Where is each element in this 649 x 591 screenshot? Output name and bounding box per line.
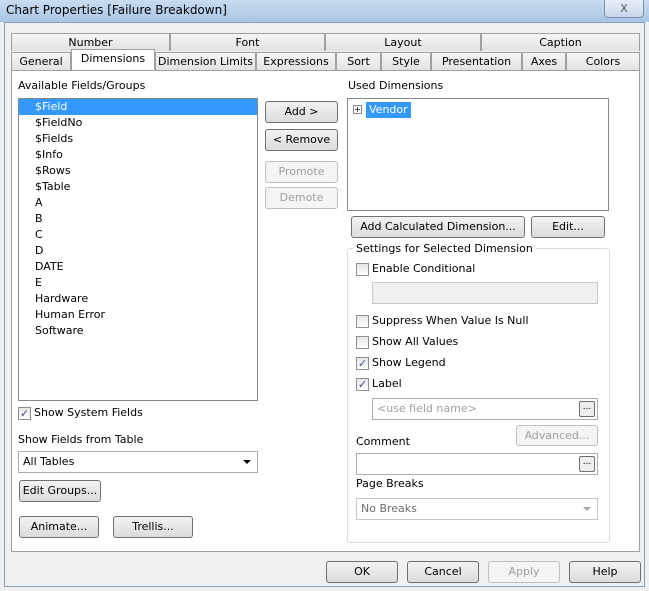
tab-expressions[interactable]: Expressions xyxy=(256,52,336,70)
used-dimensions-label: Used Dimensions xyxy=(348,79,444,92)
field-list-item[interactable]: Software xyxy=(35,323,84,339)
comment-expression-button[interactable]: ... xyxy=(579,456,595,472)
tab-axes[interactable]: Axes xyxy=(522,52,566,70)
expand-icon[interactable]: + xyxy=(353,105,362,114)
trellis-button[interactable]: Trellis... xyxy=(113,516,193,538)
field-list-item[interactable]: DATE xyxy=(35,259,64,275)
field-list-item[interactable]: $Rows xyxy=(35,163,71,179)
page-breaks-label: Page Breaks xyxy=(356,477,424,490)
field-list-item[interactable]: $FieldNo xyxy=(35,115,82,131)
title-bar: Chart Properties [Failure Breakdown] X xyxy=(0,0,649,22)
chevron-down-icon xyxy=(243,460,251,464)
label-expression-button[interactable]: ... xyxy=(579,401,595,417)
dimensions-panel: Available Fields/Groups $Field $FieldNo $F… xyxy=(11,70,640,552)
tab-style[interactable]: Style xyxy=(381,52,431,70)
label-placeholder: <use field name> xyxy=(377,402,477,415)
conditional-input[interactable] xyxy=(372,282,598,304)
comment-input[interactable]: ... xyxy=(356,453,598,475)
enable-conditional-label: Enable Conditional xyxy=(372,262,476,275)
show-all-values-checkbox[interactable] xyxy=(356,336,369,349)
close-button[interactable]: X xyxy=(604,0,644,18)
label-label: Label xyxy=(372,377,402,390)
table-select[interactable]: All Tables xyxy=(18,451,258,473)
edit-dimension-button[interactable]: Edit... xyxy=(531,216,605,238)
label-checkbox[interactable]: ✓ xyxy=(356,378,369,391)
field-list-item[interactable]: E xyxy=(35,275,42,291)
show-system-fields-checkbox[interactable]: ✓ xyxy=(18,407,31,420)
label-input[interactable]: <use field name> ... xyxy=(372,398,598,420)
tab-caption[interactable]: Caption xyxy=(481,33,640,51)
tab-colors[interactable]: Colors xyxy=(566,52,640,70)
edit-groups-button[interactable]: Edit Groups... xyxy=(19,480,101,502)
field-list-item[interactable]: A xyxy=(35,195,43,211)
table-select-value: All Tables xyxy=(23,455,75,468)
demote-button[interactable]: Demote xyxy=(265,187,338,209)
add-calculated-dimension-button[interactable]: Add Calculated Dimension... xyxy=(351,216,525,238)
ok-button[interactable]: OK xyxy=(326,561,398,583)
tab-font[interactable]: Font xyxy=(170,33,325,51)
used-dimension-item[interactable]: Vendor xyxy=(366,102,411,118)
enable-conditional-checkbox[interactable] xyxy=(356,263,369,276)
show-fields-from-label: Show Fields from Table xyxy=(18,433,144,446)
show-legend-label: Show Legend xyxy=(372,356,446,369)
field-list-item[interactable]: $Fields xyxy=(35,131,73,147)
tab-dimensions[interactable]: Dimensions xyxy=(71,49,155,70)
field-list-item[interactable]: $Table xyxy=(35,179,70,195)
chevron-down-icon xyxy=(583,507,591,511)
animate-button[interactable]: Animate... xyxy=(19,516,99,538)
apply-button[interactable]: Apply xyxy=(488,561,560,583)
field-list-item[interactable]: C xyxy=(35,227,43,243)
remove-button[interactable]: < Remove xyxy=(265,129,338,151)
tab-presentation[interactable]: Presentation xyxy=(431,52,522,70)
field-list-item[interactable]: $Info xyxy=(35,147,63,163)
field-list-item[interactable]: $Field xyxy=(19,99,257,115)
used-dimensions-list[interactable]: + Vendor xyxy=(347,98,609,211)
tab-layout[interactable]: Layout xyxy=(325,33,481,51)
field-list-item[interactable]: B xyxy=(35,211,43,227)
comment-label: Comment xyxy=(356,435,410,448)
field-list-item[interactable]: Hardware xyxy=(35,291,88,307)
field-list-item[interactable]: D xyxy=(35,243,43,259)
cancel-button[interactable]: Cancel xyxy=(407,561,479,583)
settings-title: Settings for Selected Dimension xyxy=(353,242,536,255)
show-all-values-label: Show All Values xyxy=(372,335,459,348)
page-breaks-value: No Breaks xyxy=(361,502,417,515)
window-title: Chart Properties [Failure Breakdown] xyxy=(6,3,227,17)
page-breaks-select[interactable]: No Breaks xyxy=(356,498,598,520)
show-system-fields-label: Show System Fields xyxy=(34,406,143,419)
add-button[interactable]: Add > xyxy=(265,101,338,123)
available-fields-list[interactable]: $Field $FieldNo $Fields $Info $Rows $Table A B C… xyxy=(18,98,258,401)
advanced-button[interactable]: Advanced... xyxy=(516,425,598,446)
field-list-item[interactable]: Human Error xyxy=(35,307,105,323)
tab-general[interactable]: General xyxy=(11,52,71,70)
suppress-null-checkbox[interactable] xyxy=(356,315,369,328)
suppress-null-label: Suppress When Value Is Null xyxy=(372,314,529,327)
show-legend-checkbox[interactable]: ✓ xyxy=(356,357,369,370)
tab-sort[interactable]: Sort xyxy=(336,52,381,70)
available-fields-label: Available Fields/Groups xyxy=(18,79,146,92)
help-button[interactable]: Help xyxy=(569,561,641,583)
promote-button[interactable]: Promote xyxy=(265,161,338,183)
tab-dimension-limits[interactable]: Dimension Limits xyxy=(155,52,256,70)
